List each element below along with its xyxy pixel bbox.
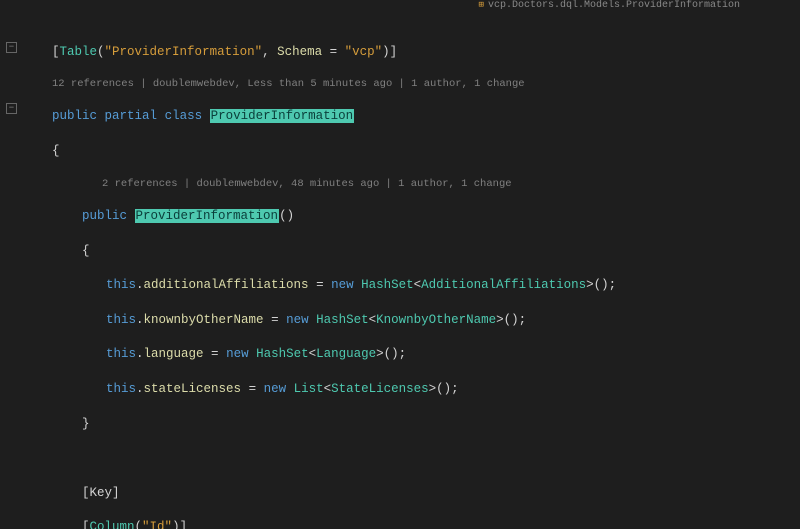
brace: }	[34, 416, 800, 433]
blank-line	[34, 450, 800, 467]
attr-key: [Key]	[34, 485, 800, 502]
ctor-line: this.stateLicenses = new List<StateLicen…	[34, 381, 800, 398]
tab-label[interactable]: vcp.Doctors.dql.Models.ProviderInformati…	[488, 0, 740, 9]
fold-toggle-ctor[interactable]: −	[6, 103, 17, 114]
ctor-line: this.knownbyOtherName = new HashSet<Know…	[34, 312, 800, 329]
code-editor[interactable]: − − [Table("ProviderInformation", Schema…	[0, 9, 800, 529]
ctor-line: this.language = new HashSet<Language>();	[34, 346, 800, 363]
ctor-line: this.additionalAffiliations = new HashSe…	[34, 277, 800, 294]
ctor-decl: public ProviderInformation()	[34, 208, 800, 225]
class-name-highlight: ProviderInformation	[210, 109, 355, 123]
gutter: − −	[0, 9, 28, 529]
attr-table: [Table("ProviderInformation", Schema = "…	[34, 44, 800, 61]
brace: {	[34, 143, 800, 160]
class-decl: public partial class ProviderInformation	[34, 108, 800, 125]
tab-bar: ⊞ vcp.Doctors.dql.Models.ProviderInforma…	[0, 0, 800, 9]
attr-col: [Column("Id")]	[34, 519, 800, 529]
cs-file-icon: ⊞	[479, 0, 484, 9]
fold-toggle-class[interactable]: −	[6, 42, 17, 53]
codelens-ctor[interactable]: 2 references | doublemwebdev, 48 minutes…	[34, 178, 800, 191]
code-area[interactable]: [Table("ProviderInformation", Schema = "…	[28, 9, 800, 529]
codelens-class[interactable]: 12 references | doublemwebdev, Less than…	[34, 78, 800, 91]
brace: {	[34, 243, 800, 260]
